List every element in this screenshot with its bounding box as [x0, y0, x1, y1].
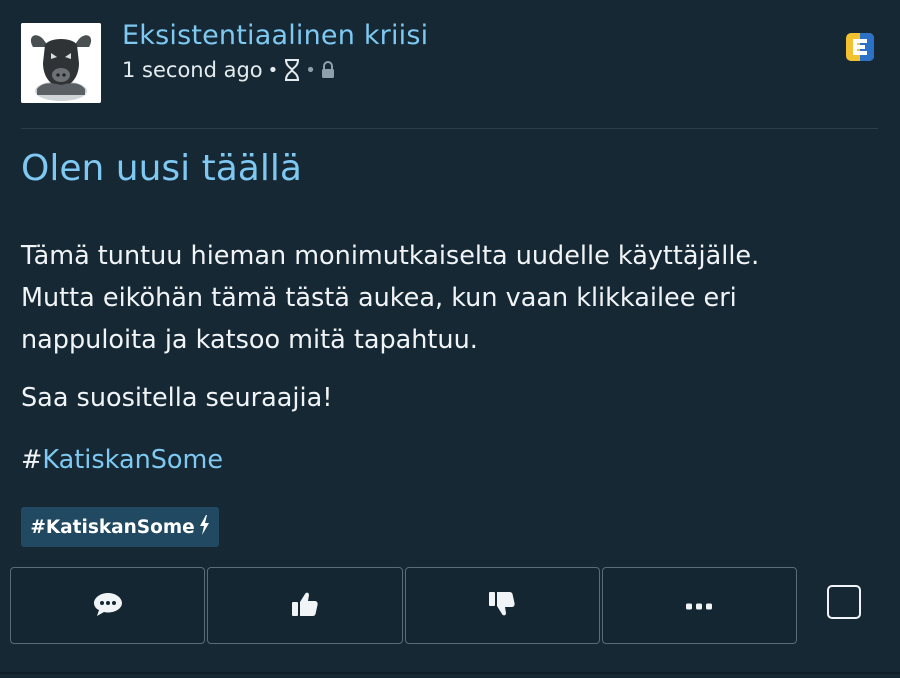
post-card: Eksistentiaalinen kriisi 1 second ago • …: [0, 0, 900, 678]
post-body-line: nappuloita ja katsoo mitä tapahtuu.: [21, 325, 478, 355]
hashtag-text[interactable]: KatiskanSome: [42, 445, 223, 475]
hourglass-icon: [283, 59, 301, 81]
select-checkbox[interactable]: [827, 585, 861, 619]
lock-icon: [320, 61, 336, 79]
meta-separator-2: •: [305, 59, 316, 81]
post-body: Tämä tuntuu hieman monimutkaiselta uudel…: [21, 235, 881, 361]
hashtag-link[interactable]: #KatiskanSome: [21, 445, 223, 475]
hashtag-chip-label: #KatiskanSome: [30, 516, 195, 538]
post-body-line: Mutta eiköhän tämä tästä aukea, kun vaan…: [21, 283, 737, 313]
hashtag-prefix: #: [21, 445, 43, 475]
post-body-paragraph: Saa suositella seuraajia!: [21, 383, 333, 413]
author-name[interactable]: Eksistentiaalinen kriisi: [122, 20, 428, 51]
comment-icon: [92, 590, 124, 622]
app-badge-icon: [846, 33, 874, 61]
header-divider: [21, 128, 878, 129]
thumbs-down-icon: [488, 590, 516, 622]
like-button[interactable]: [207, 567, 403, 644]
lightning-icon: [199, 514, 210, 540]
more-button[interactable]: [601, 567, 797, 644]
author-avatar[interactable]: [21, 23, 101, 103]
post-timestamp[interactable]: 1 second ago: [122, 58, 263, 82]
dislike-button[interactable]: [404, 567, 600, 644]
post-meta: 1 second ago • •: [122, 58, 336, 82]
post-body-line: Tämä tuntuu hieman monimutkaiselta uudel…: [21, 241, 760, 271]
thumbs-up-icon: [291, 590, 319, 622]
bottom-border: [0, 672, 900, 674]
post-title[interactable]: Olen uusi täällä: [21, 148, 302, 189]
ellipsis-icon: [686, 596, 713, 615]
minotaur-avatar-icon: [21, 23, 101, 103]
hashtag-chip[interactable]: #KatiskanSome: [21, 507, 219, 547]
comment-button[interactable]: [10, 567, 206, 644]
post-actions-bar: [10, 567, 797, 644]
meta-separator: •: [267, 59, 279, 81]
